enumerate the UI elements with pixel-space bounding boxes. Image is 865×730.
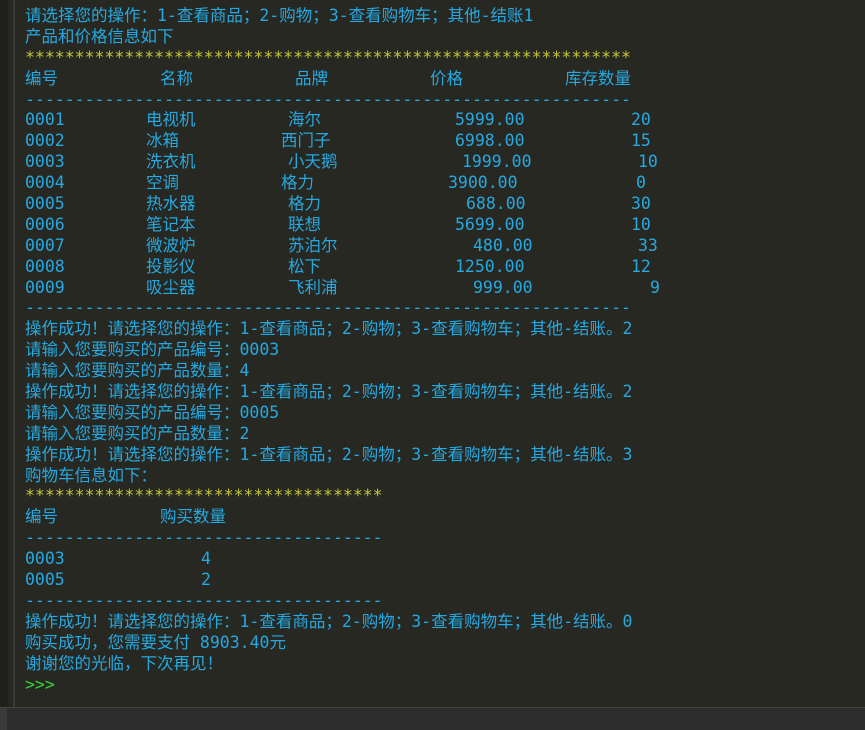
product-price: 5999.00 (455, 110, 525, 130)
product-id: 0005 (25, 194, 65, 214)
table-row: 0003 洗衣机 小天鹅 1999.00 10 (25, 152, 865, 173)
product-name: 冰箱 (146, 131, 179, 151)
dash-separator: ------------------------------------ (25, 590, 383, 610)
table-row: 0009 吸尘器 飞利浦 999.00 9 (25, 278, 865, 299)
product-brand: 小天鹅 (288, 152, 338, 172)
product-id: 0003 (25, 152, 65, 172)
header-stock: 库存数量 (565, 68, 631, 88)
console-left-border (13, 0, 15, 707)
product-price: 3900.00 (448, 173, 518, 193)
table-row: 0008 投影仪 松下 1250.00 12 (25, 257, 865, 278)
table-row: 0004 空调 格力 3900.00 0 (25, 173, 865, 194)
python-console-output[interactable]: 请选择您的操作：1-查看商品；2-购物；3-查看购物车；其他-结账1 产品和价格… (0, 0, 865, 707)
product-brand: 联想 (288, 214, 321, 234)
product-id: 0004 (25, 173, 65, 193)
product-name: 投影仪 (146, 256, 196, 276)
final-op-line: 操作成功！请选择您的操作：1-查看商品；2-购物；3-查看购物车；其他-结账。0 (25, 611, 633, 631)
console-prompt[interactable]: >>> (25, 675, 865, 696)
product-price: 480.00 (473, 235, 533, 255)
cart-item-id: 0003 (25, 549, 65, 569)
product-price: 999.00 (473, 277, 533, 297)
product-name: 热水器 (146, 194, 196, 214)
product-stock: 0 (636, 173, 646, 193)
product-brand: 西门子 (281, 131, 331, 151)
cart-header-qty: 购买数量 (160, 507, 226, 527)
log-line: 操作成功！请选择您的操作：1-查看商品；2-购物；3-查看购物车；其他-结账。2 (25, 382, 633, 402)
table-row: 0005 2 (25, 570, 865, 591)
payment-line: 购买成功，您需要支付 8903.40元 (25, 632, 286, 652)
product-name: 吸尘器 (146, 277, 196, 297)
product-name: 洗衣机 (146, 152, 196, 172)
cart-item-id: 0005 (25, 570, 65, 590)
product-name: 空调 (146, 173, 179, 193)
cart-item-qty: 2 (201, 570, 211, 590)
product-brand: 格力 (281, 173, 314, 193)
table-row: 0001 电视机 海尔 5999.00 20 (25, 110, 865, 131)
product-header-row: 编号 名称 品牌 价格 库存数量 (25, 69, 865, 90)
product-stock: 10 (631, 214, 651, 234)
product-price: 6998.00 (455, 131, 525, 151)
cart-title: 购物车信息如下： (25, 465, 157, 485)
product-id: 0006 (25, 214, 65, 234)
intro-prompt-line: 请选择您的操作：1-查看商品；2-购物；3-查看购物车；其他-结账1 (25, 6, 534, 25)
cart-header-id: 编号 (25, 507, 58, 527)
product-stock: 30 (631, 194, 651, 214)
log-line: 请输入您要购买的产品数量：2 (25, 423, 250, 443)
product-stock: 9 (650, 277, 660, 297)
product-price: 1250.00 (455, 256, 525, 276)
log-line: 请输入您要购买的产品编号：0003 (25, 340, 280, 360)
product-id: 0009 (25, 277, 65, 297)
table-row: 0002 冰箱 西门子 6998.00 15 (25, 131, 865, 152)
product-info-title: 产品和价格信息如下 (25, 26, 174, 46)
cart-item-qty: 4 (201, 549, 211, 569)
product-brand: 格力 (288, 194, 321, 214)
product-stock: 12 (631, 256, 651, 276)
table-row: 0006 笔记本 联想 5699.00 10 (25, 215, 865, 236)
table-row: 0003 4 (25, 549, 865, 570)
product-table-body: 0001 电视机 海尔 5999.00 20 0002 冰箱 西门子 6998.… (25, 110, 865, 298)
log-line: 操作成功！请选择您的操作：1-查看商品；2-购物；3-查看购物车；其他-结账。2 (25, 319, 633, 339)
product-stock: 10 (638, 152, 658, 172)
product-price: 688.00 (466, 194, 526, 214)
product-name: 笔记本 (146, 214, 196, 234)
log-line: 请输入您要购买的产品编号：0005 (25, 402, 280, 422)
product-id: 0008 (25, 256, 65, 276)
dash-separator: ------------------------------------ (25, 528, 383, 548)
product-brand: 苏泊尔 (288, 235, 338, 255)
product-name: 微波炉 (146, 235, 196, 255)
farewell-line: 谢谢您的光临，下次再见！ (25, 653, 223, 673)
product-brand: 海尔 (288, 110, 321, 130)
dash-separator: ----------------------------------------… (25, 298, 631, 318)
table-row: 0007 微波炉 苏泊尔 480.00 33 (25, 236, 865, 257)
dash-separator: ----------------------------------------… (25, 89, 631, 109)
product-price: 1999.00 (462, 152, 532, 172)
product-brand: 松下 (288, 256, 321, 276)
header-name: 名称 (160, 68, 193, 88)
header-id: 编号 (25, 68, 58, 88)
product-name: 电视机 (146, 110, 196, 130)
bottom-panel-edge (0, 707, 865, 730)
product-price: 5699.00 (455, 214, 525, 234)
product-stock: 33 (638, 235, 658, 255)
product-stock: 15 (631, 131, 651, 151)
table-row: 0005 热水器 格力 688.00 30 (25, 194, 865, 215)
stars-separator: ****************************************… (25, 47, 631, 67)
product-id: 0001 (25, 110, 65, 130)
console-lines: 请选择您的操作：1-查看商品；2-购物；3-查看购物车；其他-结账1 产品和价格… (25, 6, 865, 695)
header-price: 价格 (430, 68, 463, 88)
log-line: 操作成功！请选择您的操作：1-查看商品；2-购物；3-查看购物车；其他-结账。3 (25, 444, 633, 464)
stars-separator: ************************************ (25, 486, 383, 506)
product-brand: 飞利浦 (288, 277, 338, 297)
cart-header-row: 编号 购买数量 (25, 507, 865, 528)
product-stock: 20 (631, 110, 651, 130)
product-id: 0002 (25, 131, 65, 151)
product-id: 0007 (25, 235, 65, 255)
log-line: 请输入您要购买的产品数量：4 (25, 361, 250, 381)
header-brand: 品牌 (295, 68, 328, 88)
bottom-left-edge (0, 708, 7, 730)
